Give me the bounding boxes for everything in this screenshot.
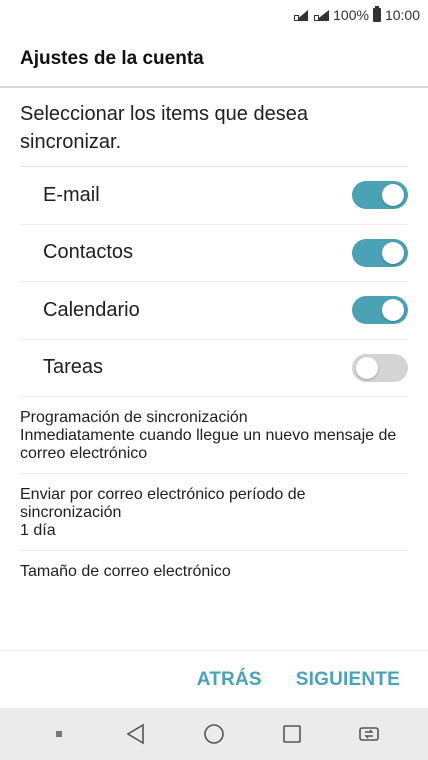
- calendar-toggle[interactable]: [352, 296, 408, 325]
- toggle-knob: [382, 299, 404, 322]
- dual-window-icon: [359, 727, 379, 741]
- battery-icon: [372, 6, 381, 22]
- header: Ajustes de la cuenta: [0, 30, 428, 88]
- next-button[interactable]: SIGUIENTE: [296, 669, 400, 691]
- status-bar: 100% 10:00: [0, 0, 428, 30]
- sync-label: Contactos: [43, 241, 134, 264]
- page-title: Ajustes de la cuenta: [20, 48, 204, 69]
- settings-content[interactable]: Seleccionar los items que desea sincroni…: [0, 88, 428, 650]
- signal-icon: [293, 8, 312, 22]
- tasks-toggle[interactable]: [352, 353, 408, 382]
- intro-text: Seleccionar los items que desea sincroni…: [20, 103, 308, 153]
- setting-title: Programación de sincronización: [20, 409, 248, 426]
- nav-dot-button[interactable]: [39, 714, 79, 754]
- setting-subtitle: Inmediatamente cuando llegue un nuevo me…: [20, 427, 397, 462]
- setting-sync-period[interactable]: Enviar por correo electrónico período de…: [20, 474, 408, 551]
- sync-label: Calendario: [43, 298, 140, 321]
- clock: 10:00: [384, 7, 420, 23]
- nav-switch-button[interactable]: [349, 714, 389, 754]
- setting-sync-schedule[interactable]: Programación de sincronización Inmediata…: [20, 397, 408, 474]
- dot-icon: [55, 731, 62, 737]
- back-triangle-icon: [126, 723, 145, 745]
- signal-icon-2: [314, 9, 330, 21]
- sync-row-tasks[interactable]: Tareas: [20, 340, 408, 397]
- battery-percent: 100%: [333, 7, 369, 23]
- nav-recents-button[interactable]: [272, 714, 312, 754]
- sync-row-contacts[interactable]: Contactos: [20, 225, 408, 282]
- setting-title: Tamaño de correo electrónico: [20, 563, 231, 580]
- recents-square-icon: [282, 725, 301, 743]
- navigation-bar: [0, 708, 428, 760]
- back-button[interactable]: ATRÁS: [197, 669, 262, 691]
- home-circle-icon: [204, 724, 224, 744]
- toggle-knob: [382, 184, 404, 207]
- sync-row-email[interactable]: E-mail: [20, 167, 408, 225]
- sync-row-calendar[interactable]: Calendario: [20, 282, 408, 340]
- nav-home-button[interactable]: [194, 714, 234, 754]
- email-toggle[interactable]: [352, 181, 408, 210]
- contacts-toggle[interactable]: [352, 238, 408, 267]
- toggle-knob: [382, 241, 404, 264]
- sync-label: Tareas: [43, 356, 104, 379]
- setting-title: Enviar por correo electrónico período de…: [20, 486, 306, 521]
- setting-email-size[interactable]: Tamaño de correo electrónico: [20, 551, 408, 591]
- sync-label: E-mail: [43, 183, 100, 206]
- nav-back-button[interactable]: [116, 714, 156, 754]
- setting-subtitle: 1 día: [20, 522, 56, 539]
- toggle-knob: [356, 356, 378, 379]
- footer-actions: ATRÁS SIGUIENTE: [0, 650, 428, 708]
